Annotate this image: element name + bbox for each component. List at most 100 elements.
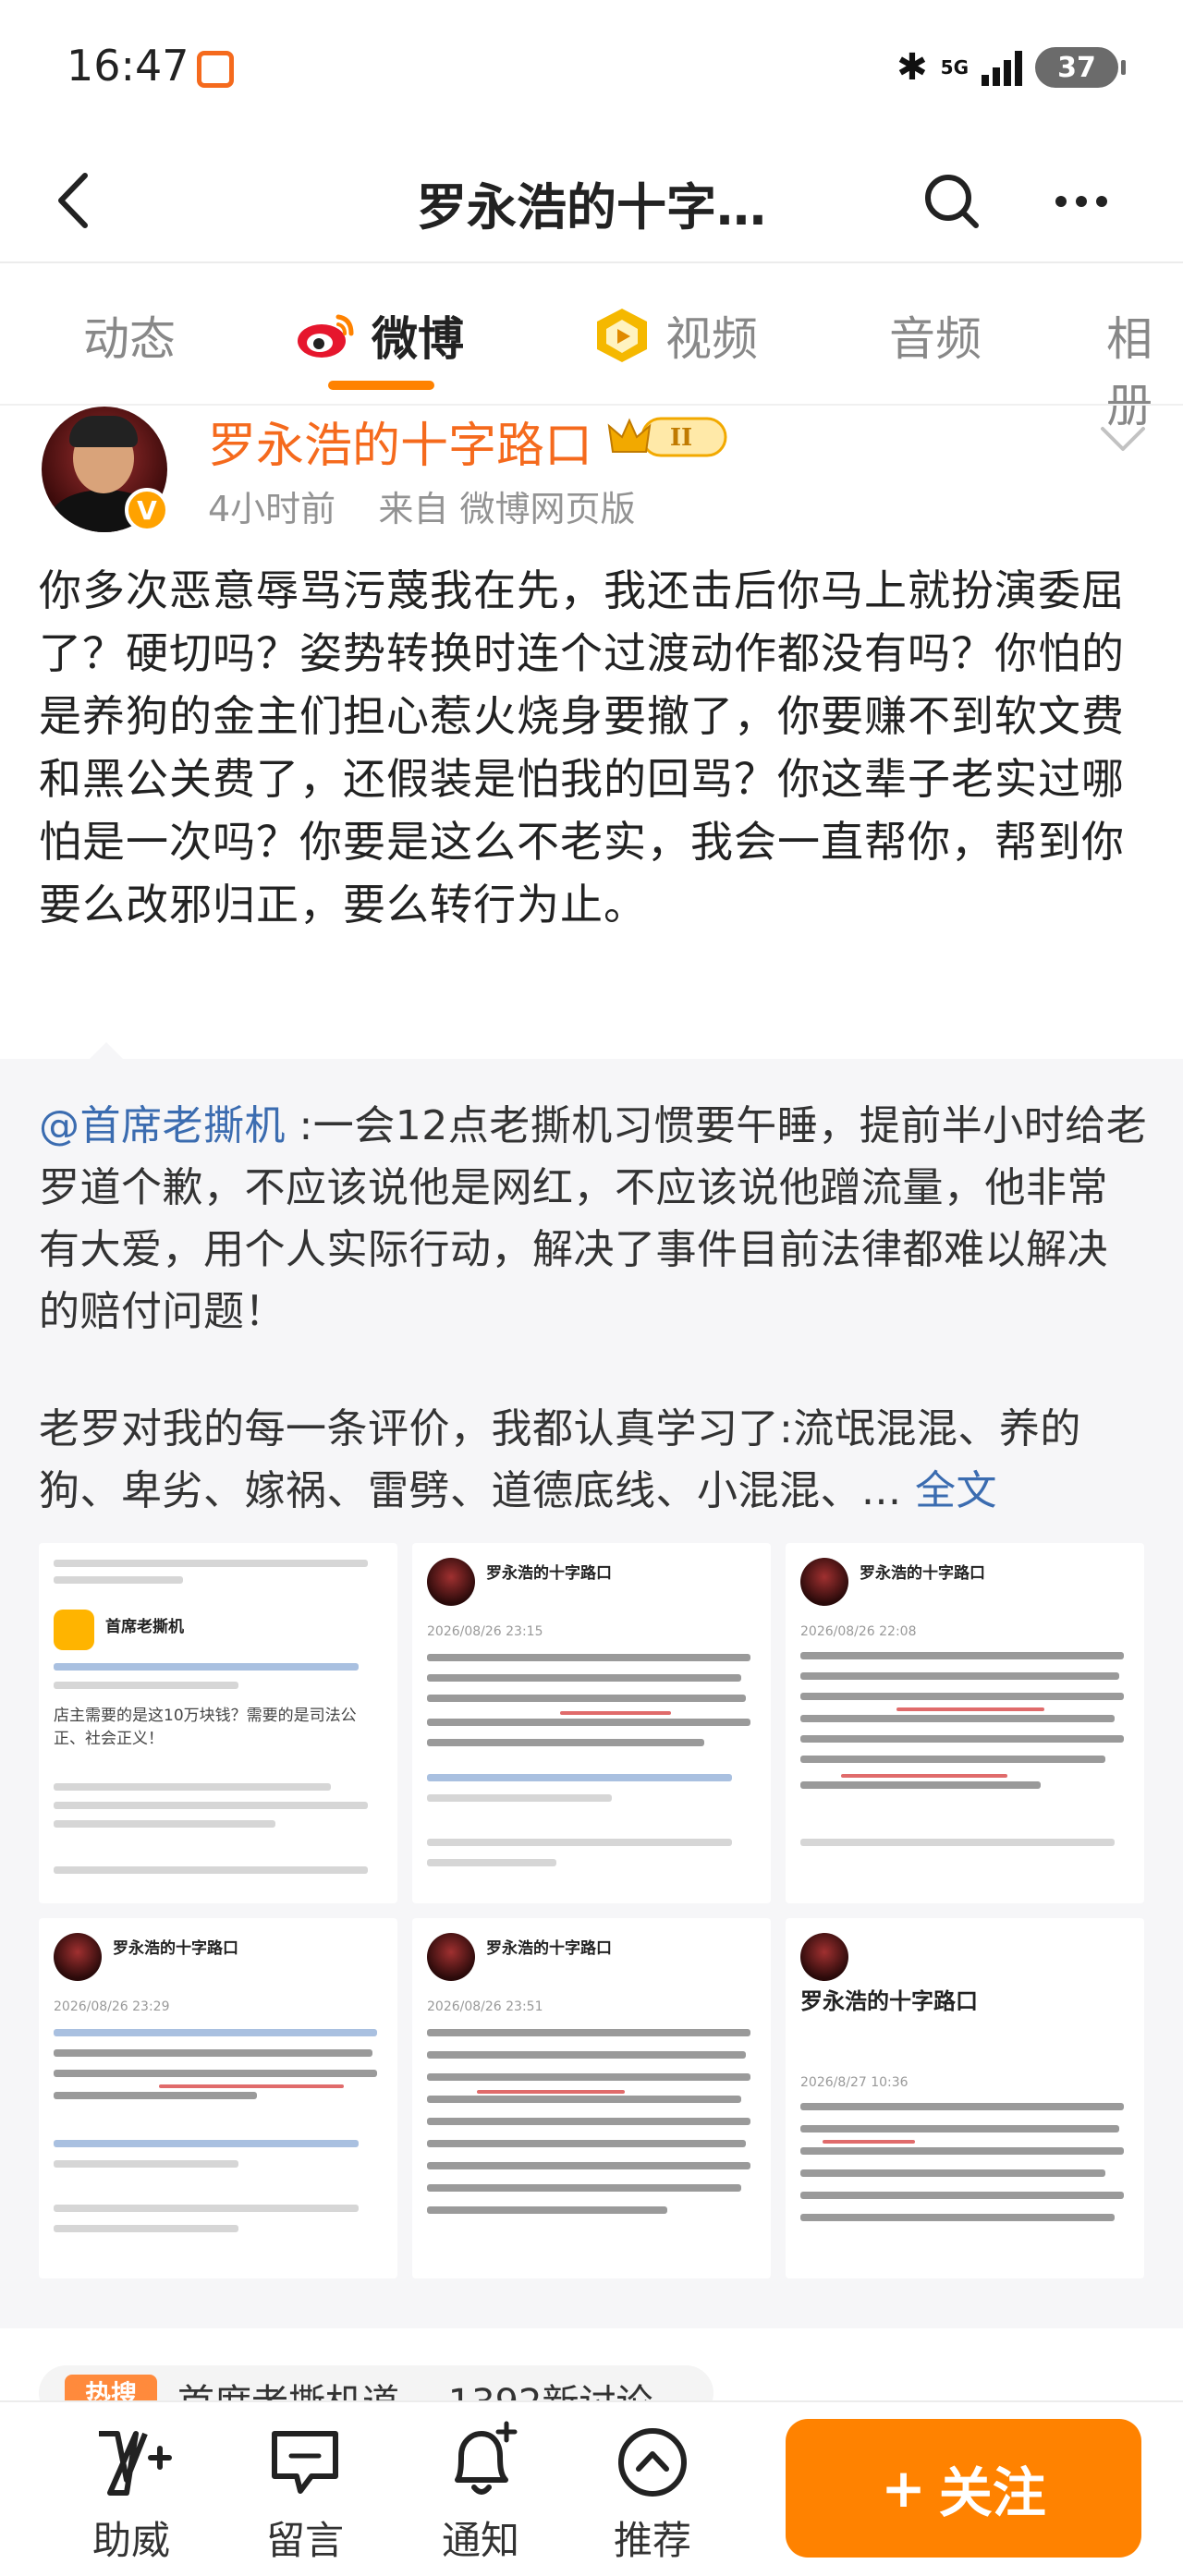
thumb-line <box>427 1695 746 1702</box>
tab-weibo[interactable]: 微博 <box>294 302 464 369</box>
cheer-label: 助威 <box>91 2518 170 2563</box>
active-tab-indicator <box>328 381 434 390</box>
thumb-line <box>427 2051 746 2059</box>
image-thumbnail-2[interactable]: 罗永浩的十字路口 2026/08/26 23:15 <box>412 1543 771 1903</box>
image-thumbnail-3[interactable]: 罗永浩的十字路口 2026/08/26 22:08 <box>786 1543 1144 1903</box>
thumb-date: 2026/8/27 10:36 <box>800 2075 909 2090</box>
retweet-pointer <box>88 1042 125 1061</box>
thumb-line <box>427 2029 750 2036</box>
thumb-line <box>54 2049 372 2057</box>
message-button[interactable]: 留言 <box>240 2421 370 2566</box>
battery-icon: 37 <box>1035 47 1126 88</box>
thumb-line <box>800 1672 1119 1680</box>
verified-badge: V <box>125 488 169 532</box>
thumb-avatar <box>54 1933 102 1981</box>
mention-link[interactable]: @首席老撕机 <box>39 1102 286 1149</box>
full-text-link[interactable]: 全文 <box>915 1467 997 1514</box>
thumb-caption: 罗永浩的十字路口 <box>113 1939 238 1958</box>
thumb-line <box>800 1781 1041 1789</box>
more-options-icon[interactable] <box>1044 164 1118 238</box>
thumb-line <box>427 1674 741 1682</box>
thumb-avatar <box>800 1558 848 1606</box>
cheer-button[interactable]: 助威 <box>67 2421 196 2566</box>
tab-audio[interactable]: 音频 <box>889 302 982 369</box>
bluetooth-icon: ✱ <box>896 46 928 89</box>
bell-icon <box>455 2421 518 2495</box>
tab-video[interactable]: 视频 <box>592 302 758 369</box>
thumb-line <box>54 1663 359 1671</box>
thumb-line <box>427 2073 750 2081</box>
signal-icon <box>982 49 1022 86</box>
follow-button[interactable]: + 关注 <box>786 2419 1141 2558</box>
app-notification-icon <box>197 51 234 88</box>
profile-tabs: 动态 微博 视频 音频 相册 <box>0 265 1183 432</box>
chevron-down-icon[interactable] <box>1095 416 1151 462</box>
notify-button[interactable]: 通知 <box>416 2421 545 2566</box>
thumb-line <box>54 2225 238 2232</box>
tab-label: 动态 <box>83 312 176 366</box>
thumb-underline <box>841 1774 1007 1778</box>
thumb-line <box>800 1839 1115 1846</box>
thumb-line <box>427 1654 750 1661</box>
thumb-line <box>800 2169 1105 2177</box>
thumb-avatar <box>54 1610 94 1650</box>
thumb-underline <box>560 1711 671 1715</box>
chevron-up-circle-icon <box>618 2428 687 2497</box>
thumb-line <box>800 2125 1119 2132</box>
top-navigation-bar: 罗永浩的十字… <box>0 139 1183 263</box>
plus-icon: + <box>881 2457 926 2520</box>
tab-dynamics[interactable]: 动态 <box>83 302 176 369</box>
tab-label: 微博 <box>372 312 464 366</box>
post-source: 来自 微博网页版 <box>378 489 636 529</box>
thumb-caption: 罗永浩的十字路口 <box>860 1564 985 1583</box>
thumb-line <box>427 1739 704 1746</box>
post-body-text: 你多次恶意辱骂污蔑我在先，我还击后你马上就扮演委屈了？硬切吗？姿势转换时连个过渡… <box>39 565 1125 930</box>
thumb-line <box>427 1719 750 1726</box>
thumb-line <box>54 1576 183 1584</box>
thumb-caption: 罗永浩的十字路口 <box>800 1988 978 2014</box>
avatar-hair <box>69 416 138 447</box>
thumb-line <box>54 2205 359 2212</box>
message-icon <box>272 2431 338 2494</box>
thumb-line <box>54 1560 368 1567</box>
thumb-avatar <box>427 1558 475 1606</box>
thumb-line <box>54 1682 238 1689</box>
video-badge-icon <box>597 309 647 362</box>
thumb-line <box>800 1715 1115 1722</box>
thumb-caption: 罗永浩的十字路口 <box>486 1564 612 1583</box>
thumb-line <box>54 1820 275 1828</box>
thumb-date: 2026/08/26 23:29 <box>54 1999 170 2014</box>
message-label: 留言 <box>265 2518 344 2563</box>
thumb-line <box>427 2206 667 2214</box>
thumb-caption: 罗永浩的十字路口 <box>486 1939 612 1958</box>
thumb-underline <box>477 2090 625 2094</box>
recommend-button[interactable]: 推荐 <box>588 2421 717 2566</box>
badge-level: II <box>670 424 692 452</box>
post-author-name[interactable]: 罗永浩的十字路口 <box>208 407 592 476</box>
image-thumbnail-4[interactable]: 罗永浩的十字路口 2026/08/26 23:29 <box>39 1918 397 2278</box>
thumb-underline <box>896 1707 1044 1711</box>
thumb-line <box>54 1866 368 1874</box>
thumb-line <box>54 1783 331 1791</box>
status-indicators: ✱ 5G 37 <box>896 46 1126 89</box>
image-thumbnail-5[interactable]: 罗永浩的十字路口 2026/08/26 23:51 <box>412 1918 771 2278</box>
thumb-line <box>427 2118 750 2125</box>
retweet-text-part2: 老罗对我的每一条评价，我都认真学习了:流氓混混、养的狗、卑劣、嫁祸、雷劈、道德底… <box>39 1398 1148 1522</box>
thumb-line <box>427 1794 612 1802</box>
thumb-line <box>427 2096 741 2103</box>
post-meta: 4小时前 来自 微博网页版 <box>208 480 635 531</box>
tab-label: 视频 <box>665 312 758 366</box>
thumb-line <box>54 2029 377 2036</box>
search-icon[interactable] <box>915 164 989 238</box>
thumb-line <box>800 1735 1124 1743</box>
notify-label: 通知 <box>441 2518 519 2563</box>
thumb-line <box>800 2192 1124 2199</box>
image-thumbnail-1[interactable]: 首席老撕机 店主需要的是这10万块钱？需要的是司法公正、社会正义！ <box>39 1543 397 1903</box>
follow-label: 关注 <box>938 2461 1046 2524</box>
thumb-line <box>800 1652 1124 1659</box>
thumb-line <box>427 1774 732 1781</box>
image-thumbnail-6[interactable]: 罗永浩的十字路口 2026/8/27 10:36 <box>786 1918 1144 2278</box>
thumb-avatar <box>427 1933 475 1981</box>
crown-level-badge-icon[interactable]: II <box>605 411 730 461</box>
thumb-line <box>54 2140 359 2147</box>
